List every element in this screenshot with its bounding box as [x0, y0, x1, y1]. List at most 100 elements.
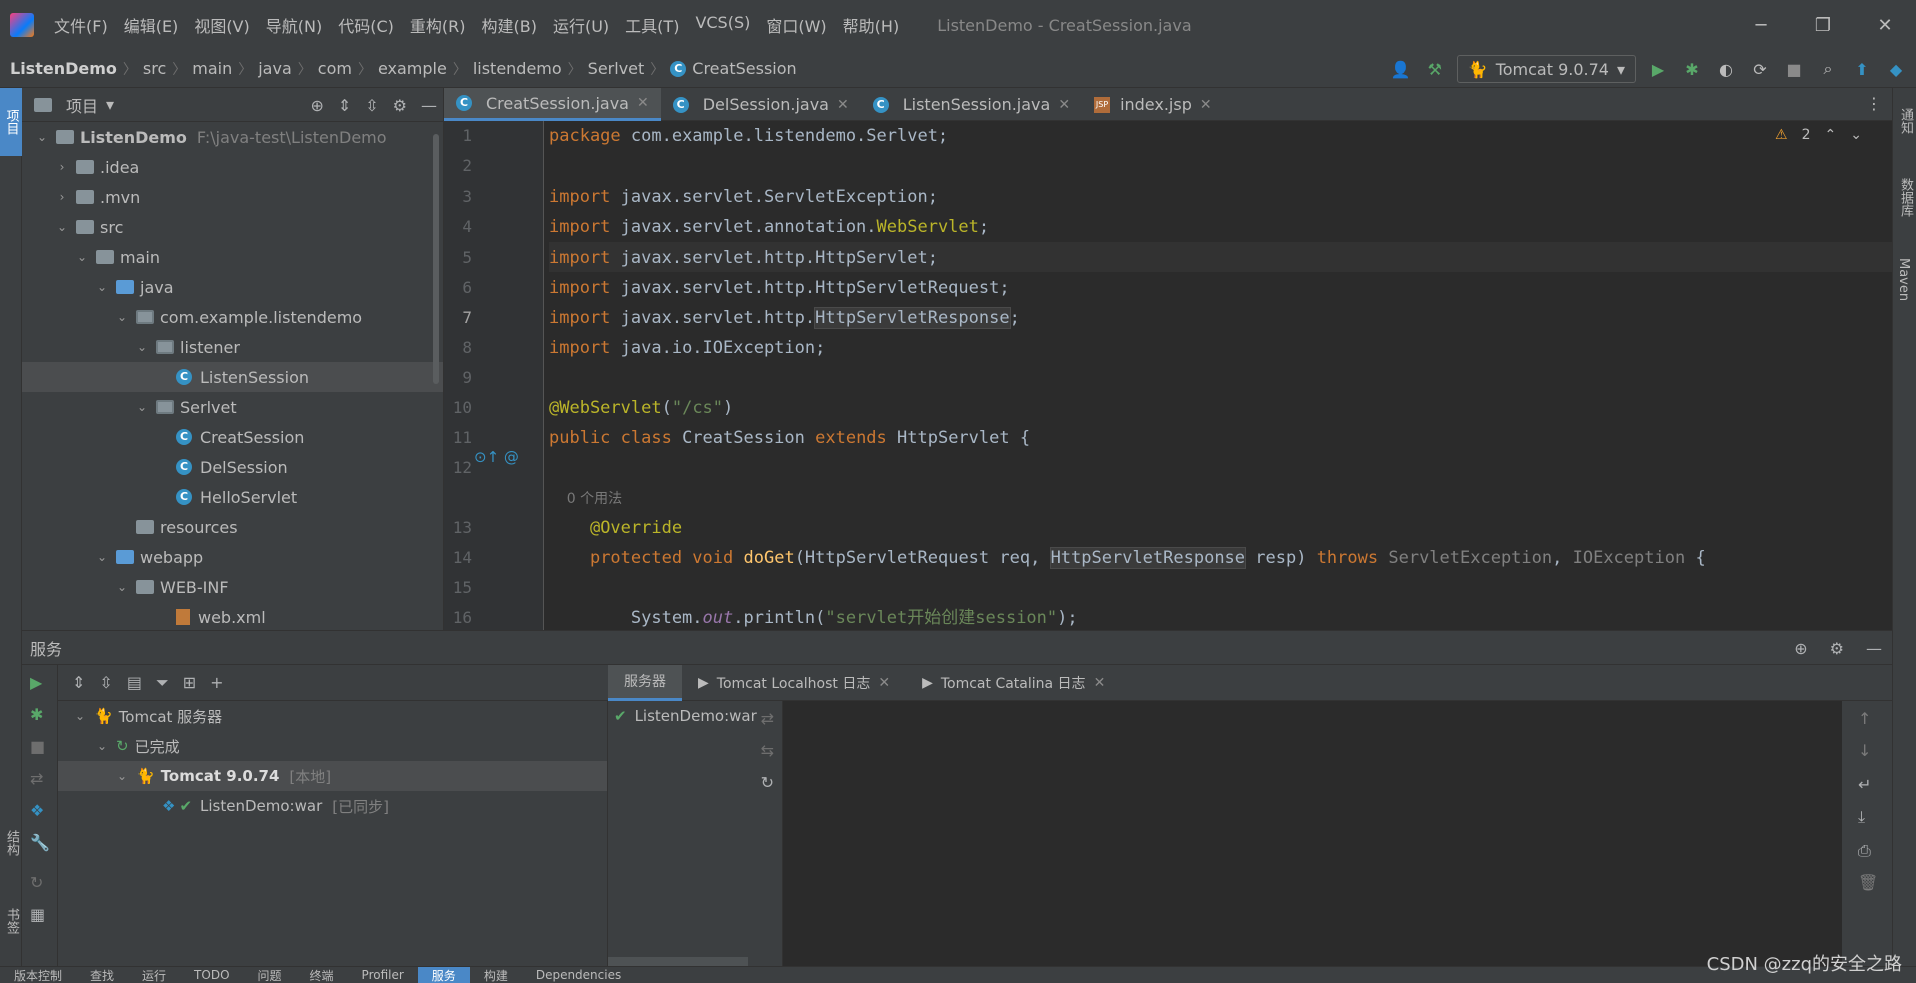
- menu-build[interactable]: 构建(B): [474, 13, 545, 37]
- menu-vcs[interactable]: VCS(S): [687, 13, 758, 37]
- layout-icon[interactable]: ▦: [30, 905, 45, 924]
- close-tab-icon[interactable]: ✕: [878, 675, 890, 691]
- line-number[interactable]: 11: [444, 428, 472, 447]
- vertical-scrollbar[interactable]: [433, 134, 439, 384]
- project-tree-item[interactable]: resources: [22, 512, 443, 542]
- line-number[interactable]: 6: [444, 278, 472, 297]
- breadcrumb-item[interactable]: example: [378, 59, 447, 78]
- arrow-up-icon[interactable]: ↑: [1858, 709, 1871, 728]
- line-number[interactable]: 1: [444, 126, 472, 145]
- soft-wrap-icon[interactable]: ↵: [1858, 775, 1871, 794]
- breadcrumb-item[interactable]: Serlvet: [588, 59, 645, 78]
- line-number[interactable]: 12: [444, 458, 472, 477]
- wrench-icon[interactable]: 🔧: [30, 833, 50, 852]
- menu-navigate[interactable]: 导航(N): [258, 13, 330, 37]
- tree-item-tomcat-instance[interactable]: ⌄ 🐈 Tomcat 9.0.74 [本地]: [58, 761, 607, 791]
- trash-icon[interactable]: 🗑: [1858, 873, 1878, 892]
- project-tree-item[interactable]: web.xml: [22, 602, 443, 632]
- tab-creatsession[interactable]: C CreatSession.java ✕: [444, 88, 661, 121]
- undeploy-action-icon[interactable]: ⇆: [761, 741, 774, 760]
- project-tree-item[interactable]: C DelSession: [22, 452, 443, 482]
- line-number[interactable]: 4: [444, 217, 472, 236]
- breadcrumb-item[interactable]: listendemo: [473, 59, 562, 78]
- close-tab-icon[interactable]: ✕: [837, 97, 849, 113]
- database-tool-tab[interactable]: 数据库: [1896, 178, 1915, 217]
- chevron-down-icon[interactable]: ⌄: [114, 580, 130, 594]
- chevron-down-icon[interactable]: ▾: [106, 95, 114, 114]
- project-tree-item[interactable]: ⌄ Serlvet: [22, 392, 443, 422]
- locate-icon[interactable]: ⊕: [1794, 639, 1807, 658]
- chevron-right-icon[interactable]: ›: [54, 190, 70, 204]
- project-tree-item[interactable]: ⌄ WEB-INF: [22, 572, 443, 602]
- tool-terminal[interactable]: 终端: [296, 967, 348, 983]
- chevron-right-icon[interactable]: ›: [54, 160, 70, 174]
- chevron-up-icon[interactable]: ⌃: [1825, 127, 1837, 143]
- project-tree-item[interactable]: ⌄ listener: [22, 332, 443, 362]
- breadcrumb-item[interactable]: com: [318, 59, 352, 78]
- collapse-all-icon[interactable]: ⇳: [365, 96, 378, 115]
- update-icon[interactable]: ⬆: [1850, 57, 1874, 81]
- chevron-down-icon[interactable]: ⌄: [114, 310, 130, 324]
- breadcrumb-item[interactable]: src: [143, 59, 166, 78]
- line-number[interactable]: 2: [444, 156, 472, 175]
- project-tool-tab[interactable]: 项目: [0, 88, 22, 156]
- maven-tool-tab[interactable]: Maven: [1896, 258, 1911, 301]
- deploy-icon[interactable]: ❖: [30, 801, 44, 820]
- plugin-logo-icon[interactable]: ◆: [1884, 57, 1908, 81]
- tool-run[interactable]: 运行: [128, 967, 180, 983]
- minimize-icon[interactable]: ─: [1730, 0, 1792, 50]
- inspection-widget[interactable]: ⚠ 2 ⌃ ⌄: [1775, 127, 1862, 143]
- restore-icon[interactable]: ❐: [1792, 0, 1854, 50]
- project-tree-item[interactable]: ⌄ src: [22, 212, 443, 242]
- menu-code[interactable]: 代码(C): [330, 13, 402, 37]
- tab-index-jsp[interactable]: JSP index.jsp ✕: [1082, 88, 1224, 121]
- chevron-down-icon[interactable]: ⌄: [1850, 127, 1862, 143]
- stop-icon[interactable]: ■: [1782, 57, 1806, 81]
- chevron-down-icon[interactable]: ⌄: [94, 550, 110, 564]
- bookmarks-tool-tab[interactable]: 书签: [2, 908, 21, 934]
- tool-todo[interactable]: TODO: [180, 967, 243, 983]
- tool-problems[interactable]: 问题: [244, 967, 296, 983]
- hide-icon[interactable]: —: [421, 96, 437, 115]
- tab-delsession[interactable]: C DelSession.java ✕: [661, 88, 861, 121]
- line-number[interactable]: 16: [444, 608, 472, 627]
- tool-find[interactable]: 查找: [76, 967, 128, 983]
- expand-all-icon[interactable]: ⇕: [338, 96, 351, 115]
- gear-icon[interactable]: ⚙: [1830, 639, 1844, 658]
- line-number[interactable]: 15: [444, 578, 472, 597]
- close-tab-icon[interactable]: ✕: [1094, 675, 1106, 691]
- hammer-build-icon[interactable]: ⚒: [1423, 57, 1447, 81]
- line-number[interactable]: 10: [444, 398, 472, 417]
- line-number[interactable]: 13: [444, 518, 472, 537]
- close-tab-icon[interactable]: ✕: [1058, 97, 1070, 113]
- coverage-icon[interactable]: ◐: [1714, 57, 1738, 81]
- project-tree-item[interactable]: ⌄ ListenDemo F:\java-test\ListenDemo: [22, 122, 443, 152]
- tool-version-control[interactable]: 版本控制: [0, 967, 76, 983]
- deploy-action-icon[interactable]: ⇄: [761, 709, 774, 728]
- arrow-down-icon[interactable]: ↓: [1858, 741, 1871, 760]
- line-number[interactable]: 14: [444, 548, 472, 567]
- project-tree-item[interactable]: ⌄ main: [22, 242, 443, 272]
- project-tree-item[interactable]: › .idea: [22, 152, 443, 182]
- project-tree-item[interactable]: ⌄ java: [22, 272, 443, 302]
- collapse-all-icon[interactable]: ⇳: [99, 673, 112, 692]
- group-icon[interactable]: ▤: [127, 673, 142, 692]
- filter-icon[interactable]: ⏷: [156, 673, 169, 693]
- line-number[interactable]: 7: [444, 308, 472, 327]
- menu-window[interactable]: 窗口(W): [758, 13, 834, 37]
- usages-hint[interactable]: 0 个用法: [549, 483, 622, 513]
- console-output[interactable]: [783, 701, 1842, 967]
- override-marker-icon[interactable]: ⊙↑ @: [474, 448, 519, 466]
- code-area[interactable]: package com.example.listendemo.Serlvet; …: [549, 121, 1892, 630]
- project-tree-item[interactable]: C HelloServlet: [22, 482, 443, 512]
- run-icon[interactable]: ▶: [30, 673, 42, 692]
- gear-icon[interactable]: ⚙: [393, 96, 407, 115]
- tool-build[interactable]: 构建: [470, 967, 522, 983]
- menu-refactor[interactable]: 重构(R): [402, 13, 474, 37]
- chevron-down-icon[interactable]: ⌄: [114, 769, 130, 783]
- chevron-down-icon[interactable]: ⌄: [94, 280, 110, 294]
- close-tab-icon[interactable]: ✕: [637, 95, 649, 111]
- tab-localhost-log[interactable]: ▶ Tomcat Localhost 日志 ✕: [682, 665, 906, 701]
- profile-icon[interactable]: ⟳: [1748, 57, 1772, 81]
- chevron-down-icon[interactable]: ⌄: [134, 340, 150, 354]
